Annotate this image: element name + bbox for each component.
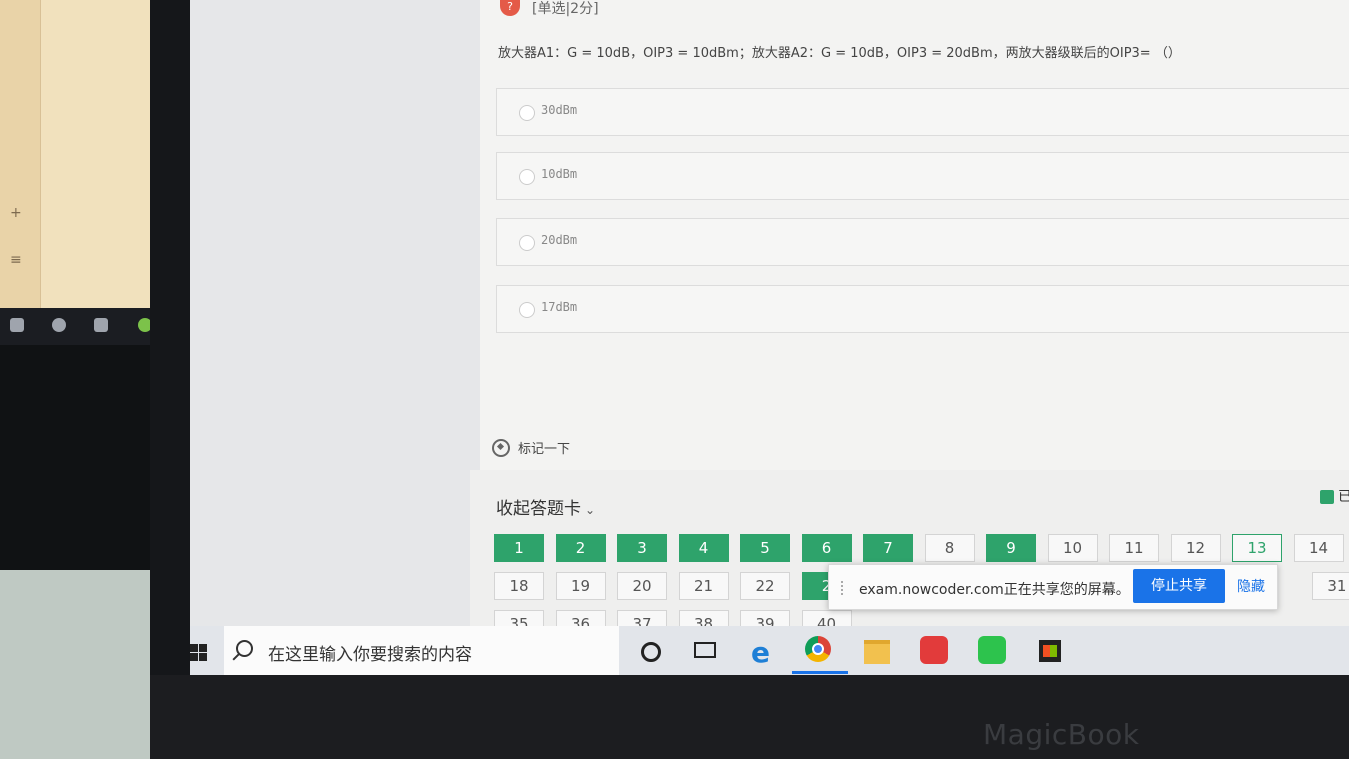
share-message: exam.nowcoder.com正在共享您的屏幕。: [859, 582, 1130, 598]
option-label: 17dBm: [541, 300, 578, 314]
taskbar-search-input[interactable]: 在这里输入你要搜索的内容: [224, 626, 619, 675]
question-number-11[interactable]: 11: [1109, 534, 1159, 562]
radio-button[interactable]: [519, 169, 535, 185]
question-number-22[interactable]: 22: [740, 572, 790, 600]
question-number-7[interactable]: 7: [863, 534, 913, 562]
question-number-31[interactable]: 31: [1311, 572, 1349, 600]
question-number-2[interactable]: 2: [555, 534, 606, 562]
laptop-bottom-bezel: [150, 675, 1349, 759]
wechat-icon[interactable]: [974, 632, 1012, 670]
task-view-icon[interactable]: [685, 632, 723, 670]
option-c[interactable]: 20dBm: [496, 218, 1349, 266]
chrome-icon[interactable]: [800, 632, 838, 670]
question-number-13[interactable]: 13: [1232, 534, 1282, 562]
desk-surface: [0, 570, 150, 759]
question-number-5[interactable]: 5: [740, 534, 790, 562]
task-view-icon: [94, 318, 108, 332]
option-a[interactable]: 30dBm: [496, 88, 1349, 136]
mark-question-button[interactable]: 标记一下: [492, 438, 570, 457]
option-label: 10dBm: [541, 167, 578, 181]
screen-share-bar: exam.nowcoder.com正在共享您的屏幕。 停止共享 隐藏: [828, 564, 1278, 610]
question-icon: ?: [500, 0, 520, 16]
radio-button[interactable]: [519, 105, 535, 121]
cortana-icon: [52, 318, 66, 332]
answered-legend-swatch: [1320, 490, 1334, 504]
cortana-icon[interactable]: [631, 632, 669, 670]
question-number-8[interactable]: 8: [924, 534, 975, 562]
question-panel: ? [单选|2分] 放大器A1：G = 10dB，OIP3 = 10dBm；放大…: [480, 0, 1349, 470]
answered-legend-label: 已: [1338, 489, 1349, 505]
search-icon: [236, 640, 253, 657]
option-label: 20dBm: [541, 233, 578, 247]
question-number-12[interactable]: 12: [1170, 534, 1221, 562]
hide-share-bar-link[interactable]: 隐藏: [1237, 576, 1265, 596]
windows-start-icon[interactable]: [190, 626, 224, 675]
store-icon[interactable]: [1032, 632, 1070, 670]
question-number-18[interactable]: 18: [494, 572, 544, 600]
question-type: [单选|2分]: [532, 1, 599, 17]
option-b[interactable]: 10dBm: [496, 152, 1349, 200]
question-number-1[interactable]: 1: [494, 534, 544, 562]
option-label: 30dBm: [541, 103, 578, 117]
compass-icon: [492, 439, 510, 457]
question-number-4[interactable]: 4: [678, 534, 729, 562]
stop-sharing-button[interactable]: 停止共享: [1133, 569, 1225, 603]
radio-button[interactable]: [519, 235, 535, 251]
file-explorer-icon[interactable]: [858, 632, 896, 670]
question-number-14[interactable]: 14: [1293, 534, 1344, 562]
drag-handle-icon[interactable]: [841, 581, 847, 595]
radio-button[interactable]: [519, 302, 535, 318]
windows-icon: [10, 318, 24, 332]
question-number-6[interactable]: 6: [801, 534, 852, 562]
question-number-9[interactable]: 9: [986, 534, 1036, 562]
question-number-19[interactable]: 19: [555, 572, 606, 600]
collapse-answer-card-button[interactable]: 收起答题卡 ⌄: [496, 494, 595, 519]
question-number-3[interactable]: 3: [617, 534, 667, 562]
laptop-bezel: [150, 0, 190, 759]
laptop-screen: ? [单选|2分] 放大器A1：G = 10dB，OIP3 = 10dBm；放大…: [190, 0, 1349, 675]
plus-icon: +: [10, 205, 22, 221]
edge-icon[interactable]: e: [745, 632, 783, 670]
windows-taskbar: 在这里输入你要搜索的内容 e: [190, 626, 1349, 675]
question-text: 放大器A1：G = 10dB，OIP3 = 10dBm；放大器A2：G = 10…: [498, 46, 1181, 61]
mark-label: 标记一下: [518, 442, 571, 457]
question-number-21[interactable]: 21: [678, 572, 729, 600]
option-d[interactable]: 17dBm: [496, 285, 1349, 333]
brand-logo: MagicBook: [983, 718, 1140, 751]
collapse-label: 收起答题卡: [496, 499, 581, 519]
question-number-20[interactable]: 20: [617, 572, 667, 600]
active-app-indicator: [792, 671, 848, 674]
netease-music-icon[interactable]: [916, 632, 954, 670]
question-number-10[interactable]: 10: [1047, 534, 1098, 562]
menu-icon: ≡: [10, 252, 22, 268]
chevron-down-icon: ⌄: [585, 503, 596, 517]
search-placeholder: 在这里输入你要搜索的内容: [268, 645, 472, 665]
